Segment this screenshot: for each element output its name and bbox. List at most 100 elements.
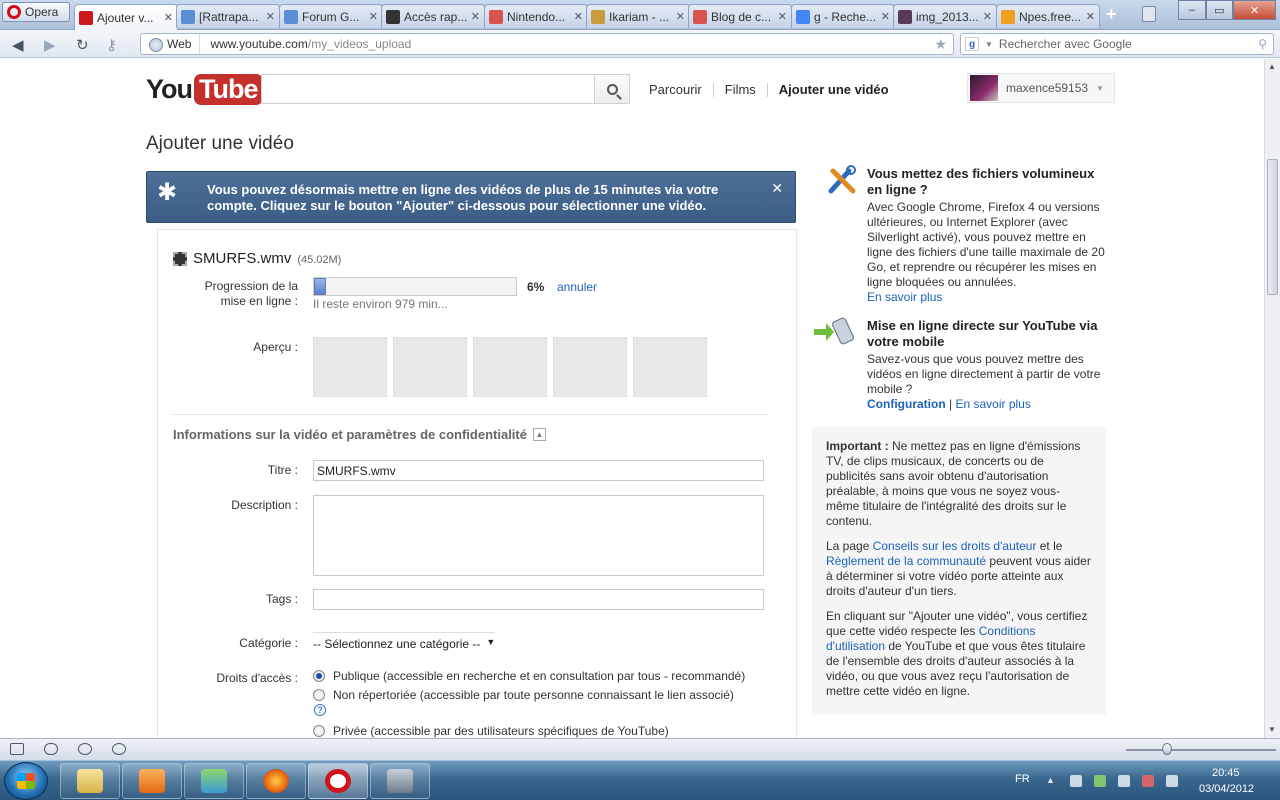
browser-tab[interactable]: Npes.free... ✕ bbox=[996, 4, 1100, 28]
help-icon[interactable]: ? bbox=[314, 704, 326, 716]
nav-movies[interactable]: Films bbox=[714, 82, 767, 97]
back-icon[interactable]: ◀ bbox=[12, 36, 24, 54]
search-icon bbox=[606, 83, 618, 95]
taskbar-firefox[interactable] bbox=[246, 763, 306, 799]
chevron-down-icon[interactable]: ▼ bbox=[985, 40, 993, 49]
preview-thumbnail[interactable] bbox=[313, 337, 387, 397]
new-tab-icon[interactable]: + bbox=[1106, 4, 1117, 25]
clock-date[interactable]: 03/04/2012 bbox=[1199, 783, 1254, 795]
bookmark-star-icon[interactable]: ★ bbox=[934, 36, 953, 53]
access-option-public[interactable]: Publique (accessible en recherche et en … bbox=[313, 669, 745, 683]
scroll-thumb[interactable] bbox=[1267, 159, 1278, 295]
taskbar-messenger[interactable] bbox=[184, 763, 244, 799]
browser-tab[interactable]: Nintendo... ✕ bbox=[484, 4, 588, 28]
cancel-upload-link[interactable]: annuler bbox=[557, 280, 597, 294]
preview-thumbnail[interactable] bbox=[553, 337, 627, 397]
close-tab-icon[interactable]: ✕ bbox=[676, 10, 685, 23]
maximize-icon[interactable]: ▭ bbox=[1205, 0, 1234, 20]
browser-tab[interactable]: Ajouter v... ✕ bbox=[74, 4, 178, 30]
browser-tab[interactable]: Forum G... ✕ bbox=[279, 4, 383, 28]
learn-more-link[interactable]: En savoir plus bbox=[867, 290, 1112, 305]
share-icon[interactable] bbox=[78, 743, 92, 755]
panel-toggle-icon[interactable] bbox=[10, 743, 24, 755]
forward-icon[interactable]: ▶ bbox=[44, 36, 56, 54]
configuration-link[interactable]: Configuration bbox=[867, 397, 946, 411]
vertical-scrollbar[interactable]: ▲ ▼ bbox=[1264, 59, 1280, 738]
copyright-tips-link[interactable]: Conseils sur les droits d'auteur bbox=[873, 539, 1037, 553]
radio-unlisted[interactable] bbox=[313, 689, 325, 701]
address-field[interactable]: Web www.youtube.com/my_videos_upload ★ bbox=[140, 33, 954, 55]
browser-tab[interactable]: img_2013... ✕ bbox=[893, 4, 997, 28]
browser-tab[interactable]: Blog de c... ✕ bbox=[688, 4, 792, 28]
close-tab-icon[interactable]: ✕ bbox=[1086, 10, 1095, 23]
radio-public[interactable] bbox=[313, 670, 325, 682]
close-tab-icon[interactable]: ✕ bbox=[983, 10, 992, 23]
taskbar-opera[interactable] bbox=[308, 763, 368, 799]
network-icon[interactable] bbox=[1094, 775, 1106, 787]
clock-time[interactable]: 20:45 bbox=[1212, 767, 1240, 779]
scroll-down-icon[interactable]: ▼ bbox=[1268, 725, 1276, 734]
preview-thumbnail[interactable] bbox=[633, 337, 707, 397]
close-tab-icon[interactable]: ✕ bbox=[881, 10, 890, 23]
radio-private[interactable] bbox=[313, 725, 325, 737]
tray-expand-icon[interactable]: ▲ bbox=[1046, 775, 1058, 787]
close-window-icon[interactable]: ✕ bbox=[1233, 0, 1277, 20]
section-header: Informations sur la vidéo et paramètres … bbox=[173, 427, 546, 442]
power-icon[interactable] bbox=[1142, 775, 1154, 787]
preview-thumbnail[interactable] bbox=[393, 337, 467, 397]
close-tab-icon[interactable]: ✕ bbox=[574, 10, 583, 23]
nav-upload[interactable]: Ajouter une vidéo bbox=[768, 82, 900, 97]
title-input[interactable]: SMURFS.wmv bbox=[313, 460, 764, 481]
nav-browse[interactable]: Parcourir bbox=[649, 82, 713, 97]
minimize-icon[interactable]: – bbox=[1178, 0, 1206, 20]
youtube-logo[interactable]: You Tube bbox=[146, 71, 263, 107]
language-indicator[interactable]: FR bbox=[1015, 773, 1030, 785]
taskbar-explorer[interactable] bbox=[60, 763, 120, 799]
section-title: Informations sur la vidéo et paramètres … bbox=[173, 427, 527, 442]
preview-thumbnail[interactable] bbox=[473, 337, 547, 397]
web-scheme-badge[interactable]: Web bbox=[141, 34, 201, 54]
action-center-icon[interactable] bbox=[1118, 775, 1130, 787]
close-tab-icon[interactable]: ✕ bbox=[164, 11, 173, 24]
taskbar-media-player[interactable] bbox=[122, 763, 182, 799]
close-tab-icon[interactable]: ✕ bbox=[369, 10, 378, 23]
browser-tab[interactable]: [Rattrapa... ✕ bbox=[176, 4, 280, 28]
learn-more-link[interactable]: En savoir plus bbox=[955, 397, 1030, 411]
browser-tab[interactable]: g - Reche... ✕ bbox=[791, 4, 895, 28]
zoom-slider[interactable] bbox=[1126, 749, 1276, 751]
access-option-private[interactable]: Privée (accessible par des utilisateurs … bbox=[313, 724, 669, 738]
zoom-slider-handle[interactable] bbox=[1162, 743, 1172, 755]
search-icon[interactable]: ⚲ bbox=[1258, 37, 1273, 51]
speed-icon[interactable] bbox=[112, 743, 126, 755]
youtube-search-input[interactable] bbox=[261, 74, 595, 104]
access-option-unlisted[interactable]: Non répertoriée (accessible par toute pe… bbox=[313, 688, 734, 702]
youtube-search-button[interactable] bbox=[594, 74, 630, 104]
category-selected: -- Sélectionnez une catégorie -- bbox=[313, 637, 481, 651]
progress-fill bbox=[314, 278, 327, 295]
trash-icon[interactable] bbox=[1142, 6, 1156, 22]
key-icon[interactable]: ⚷ bbox=[106, 36, 117, 54]
scroll-up-icon[interactable]: ▲ bbox=[1268, 62, 1276, 71]
cloud-icon[interactable] bbox=[44, 743, 58, 755]
browser-search-field[interactable]: g ▼ Rechercher avec Google ⚲ bbox=[960, 33, 1274, 55]
google-icon[interactable]: g bbox=[965, 37, 979, 51]
close-tab-icon[interactable]: ✕ bbox=[266, 10, 275, 23]
user-menu[interactable]: maxence59153 ▼ bbox=[967, 73, 1115, 103]
collapse-icon[interactable]: ▲ bbox=[532, 428, 546, 441]
tags-input[interactable] bbox=[313, 589, 764, 610]
close-icon[interactable]: ✕ bbox=[771, 180, 783, 197]
reload-icon[interactable]: ↻ bbox=[76, 36, 89, 54]
description-textarea[interactable] bbox=[313, 495, 764, 576]
usb-icon[interactable] bbox=[1166, 775, 1178, 787]
volume-icon[interactable] bbox=[1070, 775, 1082, 787]
start-button[interactable] bbox=[4, 762, 48, 800]
browser-tab[interactable]: Ikariam - ... ✕ bbox=[586, 4, 690, 28]
close-tab-icon[interactable]: ✕ bbox=[778, 10, 787, 23]
progress-percent: 6% bbox=[527, 280, 545, 294]
browser-tab[interactable]: Accès rap... ✕ bbox=[381, 4, 485, 28]
opera-menu-button[interactable]: Opera bbox=[2, 2, 70, 22]
community-guidelines-link[interactable]: Règlement de la communauté bbox=[826, 554, 986, 568]
close-tab-icon[interactable]: ✕ bbox=[471, 10, 480, 23]
category-select[interactable]: -- Sélectionnez une catégorie -- ▼ bbox=[313, 632, 496, 651]
taskbar-device[interactable] bbox=[370, 763, 430, 799]
